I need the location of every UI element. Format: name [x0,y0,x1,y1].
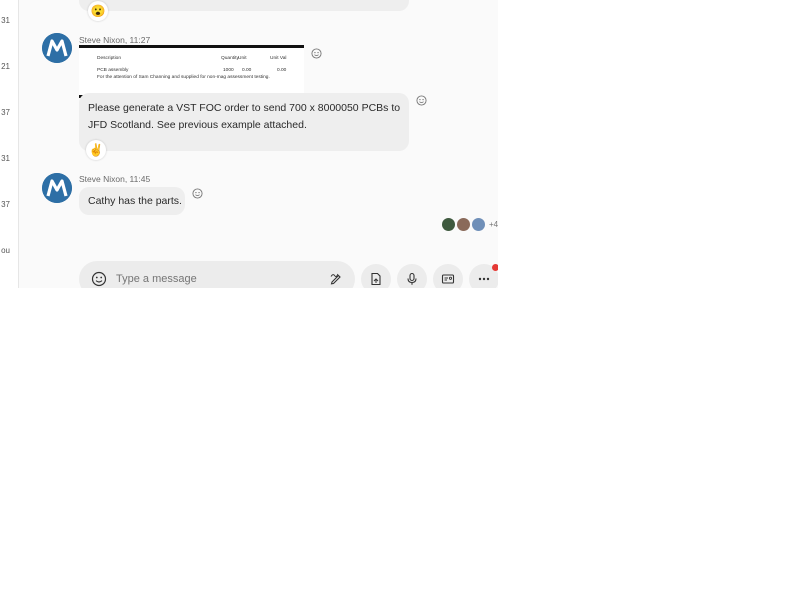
list-fragment: 31 [1,16,10,25]
avatar[interactable] [42,33,72,63]
list-fragment: 31 [1,154,10,163]
message-bubble[interactable]: Cathy has the parts. [79,187,185,215]
attachment-text: Description [97,56,121,61]
file-icon [371,272,381,286]
attachment-text: Unit Val [270,56,287,61]
attachment-text: PCB assembly [97,68,129,73]
emoji-icon[interactable] [91,271,107,287]
attachment-text: Quantity [221,56,239,61]
seen-by-avatar[interactable] [442,218,455,231]
list-fragment: 37 [1,108,10,117]
message-composer[interactable] [79,261,355,288]
list-fragment: 21 [1,62,10,71]
attachment-text: Unit [238,56,247,61]
m-logo-icon [42,173,72,203]
victory-hand-icon: ✌ [88,143,104,157]
message-bubble[interactable]: Please generate a VST FOC order to send … [79,93,409,151]
sender-name-time: Steve Nixon, 11:45 [79,174,151,184]
voice-message-button[interactable] [397,264,427,288]
seen-by-count[interactable]: +4 [489,220,498,229]
surprised-emoji-icon: 😮 [90,4,106,18]
smiley-add-icon[interactable] [311,48,322,59]
attachment-text: 0.00 [277,68,287,73]
send-contact-button[interactable] [433,264,463,288]
message-text: Please generate a VST FOC order to send … [88,102,401,131]
avatar[interactable] [42,173,72,203]
sender-name-time: Steve Nixon, 11:27 [79,35,151,45]
seen-by-avatar[interactable] [472,218,485,231]
pen-icon[interactable] [329,271,343,285]
attachment-text: For the attention of Sam Channing and su… [97,75,270,80]
attachment-text: 0.00 [242,68,252,73]
chat-area: 31 21 37 31 37 ou 😮 Steve Nixon, 11:27 D… [0,0,498,288]
list-fragment: ou [1,246,10,255]
contact-card-icon [441,274,455,284]
message-input[interactable] [116,271,316,287]
more-icon [478,277,490,281]
mic-icon [407,272,417,285]
share-file-button[interactable] [361,264,391,288]
smiley-add-icon[interactable] [192,188,203,199]
conversation-list-edge: 31 21 37 31 37 ou [0,0,19,288]
notification-dot [492,264,498,271]
attachment-text: 1000 [223,68,234,73]
message-text: Cathy has the parts. [88,195,182,207]
seen-by-avatar[interactable] [457,218,470,231]
attachment-image[interactable]: Description Quantity Unit Unit Val PCB a… [79,45,304,98]
smiley-add-icon[interactable] [416,95,427,106]
reaction-badge[interactable]: ✌ [86,140,106,160]
reaction-badge[interactable]: 😮 [88,1,108,21]
list-fragment: 37 [1,200,10,209]
previous-message-bubble[interactable] [79,0,409,11]
m-logo-icon [42,33,72,63]
